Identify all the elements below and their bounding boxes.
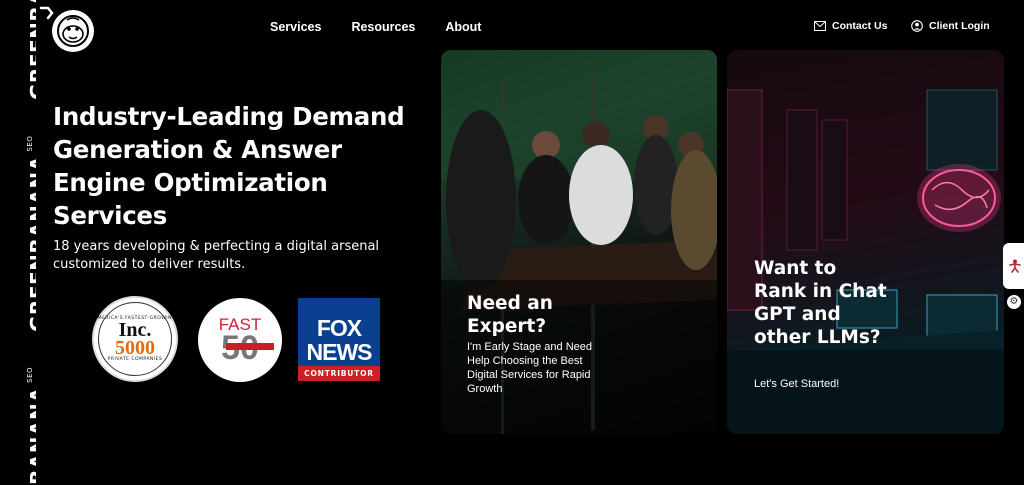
user-circle-icon [911,20,923,32]
client-login-link[interactable]: Client Login [911,20,990,32]
fast-50-badge: FAST 50 [198,298,282,382]
nav-services[interactable]: Services [270,20,321,34]
client-login-label: Client Login [929,20,990,32]
inc-5000-badge: AMERICA'S FASTEST-GROWING Inc. 5000 PRIV… [92,296,178,382]
vertical-brand-text: GREENBANANASEO [26,135,36,332]
fox-logo-line1: FOX [316,315,362,341]
hero-subtitle: 18 years developing & perfecting a digit… [53,239,380,272]
settings-gear-icon[interactable]: ⚙ [1007,295,1021,309]
card-subtitle: I'm Early Stage and Need Help Choosing t… [467,341,593,395]
fox-news-badge: FOX NEWS CONTRIBUTOR [298,298,380,381]
need-expert-card[interactable]: Need an Expert? I'm Early Stage and Need… [441,50,717,434]
fast-badge-ribbon [226,343,274,350]
vertical-brand-text: GREENBANANA [26,0,36,100]
card-title: Want to Rank in Chat GPT and other LLMs? [754,258,887,348]
contact-us-link[interactable]: Contact Us [814,20,887,32]
card-subtitle: Let's Get Started! [754,378,840,390]
main-nav: Services Resources About [270,20,481,34]
card-title: Need an Expert? [467,293,553,337]
fox-logo-line2: NEWS [306,339,373,365]
person-icon [1009,259,1021,273]
hero-title: Industry-Leading Demand Generation & Ans… [53,102,405,230]
nav-about[interactable]: About [445,20,481,34]
monkey-face-icon [57,15,89,47]
site-logo[interactable] [52,10,94,52]
accessibility-widget-button[interactable] [1003,243,1024,289]
vertical-brand-strip: GREENBANANA GREENBANANASEO BANANASEO [0,0,36,485]
contact-us-label: Contact Us [832,20,888,32]
envelope-icon [814,21,826,31]
rank-in-llms-card[interactable]: Want to Rank in Chat GPT and other LLMs?… [727,50,1004,434]
fox-contributor-ribbon: CONTRIBUTOR [298,366,380,381]
nav-resources[interactable]: Resources [351,20,415,34]
vertical-brand-text: BANANASEO [26,366,36,485]
